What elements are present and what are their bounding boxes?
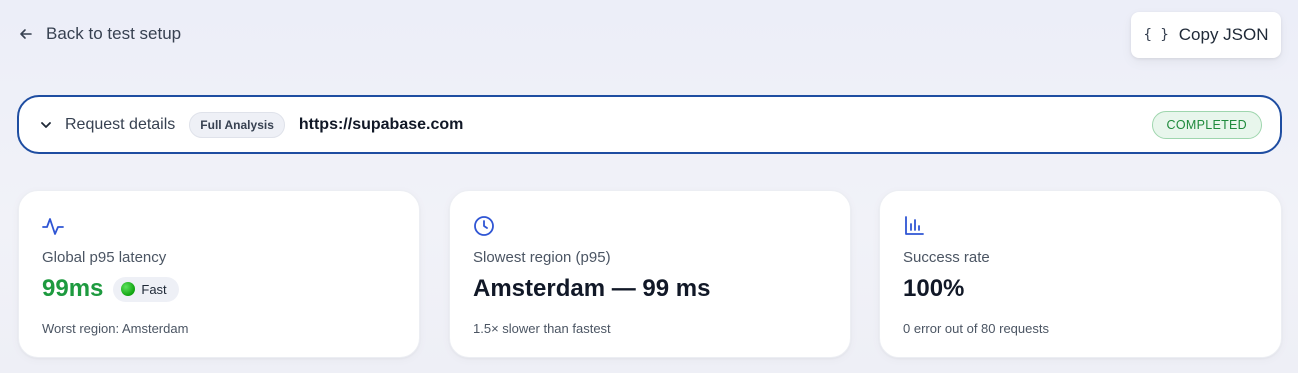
slowest-region-title: Slowest region (p95) [473,249,611,266]
copy-json-label: Copy JSON [1178,25,1269,44]
status-badge: COMPLETED [1151,110,1262,139]
latency-card: Global p95 latency 99ms Fast Worst regio… [18,190,420,358]
slowest-region-value: Amsterdam — 99 ms [473,275,711,302]
latency-title: Global p95 latency [42,249,167,266]
latency-value: 99ms [42,275,104,302]
back-to-test-setup-link[interactable]: Back to test setup [18,24,181,44]
success-rate-value-row: 100% [903,275,964,303]
success-rate-value: 100% [903,275,965,302]
success-rate-title: Success rate [903,249,990,266]
slowest-region-value-row: Amsterdam — 99 ms [473,275,710,303]
success-rate-subtext: 0 error out of 80 requests [903,321,1049,336]
analysis-type-badge: Full Analysis [189,111,285,138]
speed-badge: Fast [113,276,179,302]
arrow-left-icon [20,29,32,39]
back-link-label: Back to test setup [46,24,182,43]
speed-badge-label: Fast [141,281,167,297]
request-url: https://supabase.com [298,115,464,133]
slowest-region-subtext: 1.5× slower than fastest [473,321,611,336]
clock-icon [474,216,494,236]
braces-icon: { } [1143,27,1169,43]
chevron-down-icon[interactable] [39,118,53,132]
slowest-region-card: Slowest region (p95) Amsterdam — 99 ms 1… [449,190,851,358]
success-rate-card: Success rate 100% 0 error out of 80 requ… [879,190,1282,358]
latency-subtext: Worst region: Amsterdam [42,321,189,336]
copy-json-button[interactable]: { } Copy JSON [1131,12,1281,58]
green-dot-icon [121,282,136,296]
activity-icon [42,218,64,235]
bar-chart-icon [905,216,924,235]
latency-value-row: 99ms Fast [42,275,179,303]
request-details-label: Request details [65,115,176,133]
request-details-bar[interactable]: Request details Full Analysis https://su… [17,95,1282,154]
